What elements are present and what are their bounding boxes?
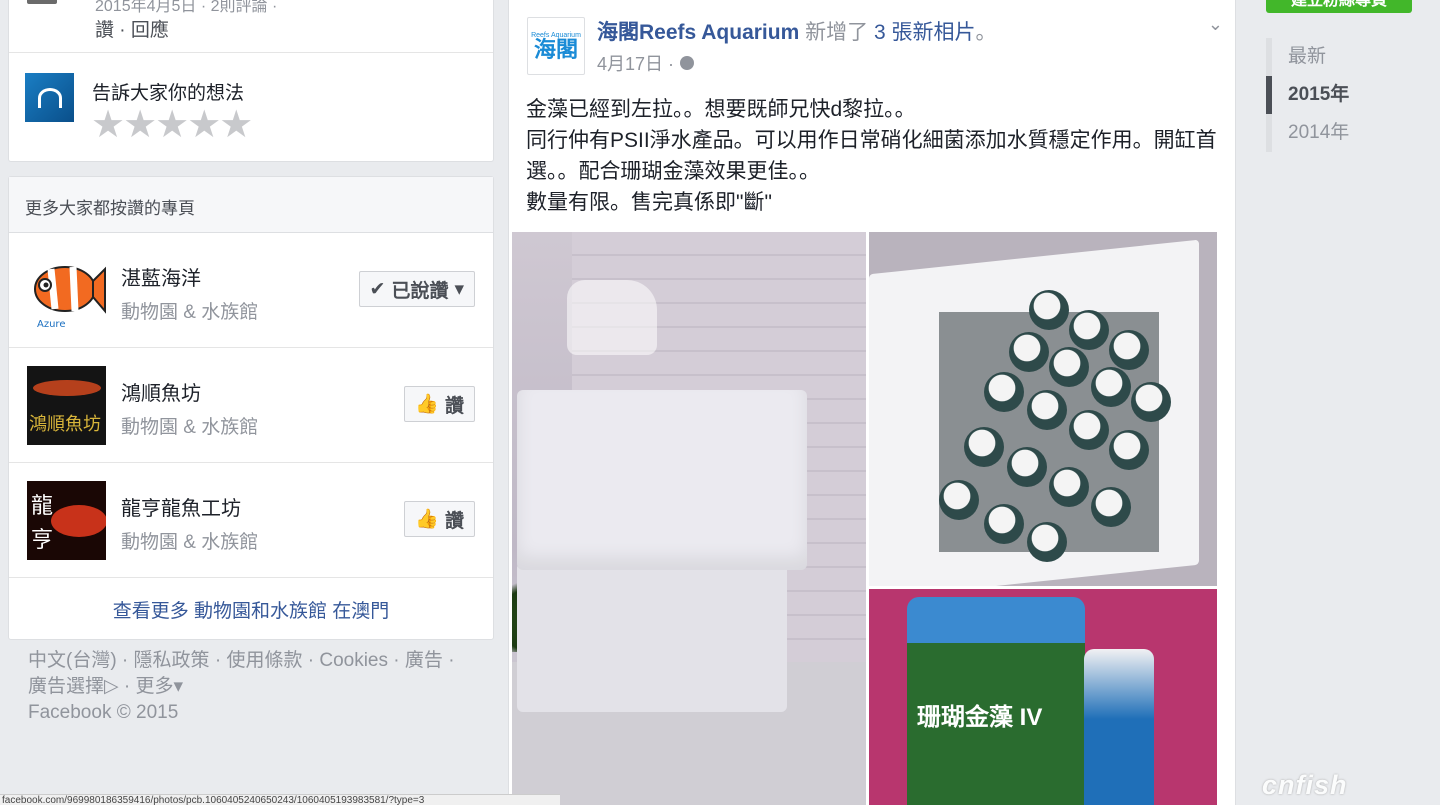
button-label: 讚 — [444, 395, 464, 417]
see-more-link[interactable]: 查看更多 動物園和水族館 在澳門 — [9, 578, 493, 640]
button-label: 讚 — [444, 510, 464, 532]
globe-icon — [680, 56, 695, 70]
page-category: 動物園 & 水族館 — [121, 302, 259, 323]
svg-text:鴻順魚坊: 鴻順魚坊 — [29, 414, 101, 435]
post-text-line: 同行仲有PSII淨水產品。可以用作日常硝化細菌添加水質穩定作用。開缸首選。。配合… — [526, 129, 1217, 183]
site-watermark: cnfish — [1262, 770, 1348, 800]
page-avatar[interactable]: Azure — [27, 251, 106, 330]
timeline-post: Reefs Aquarium 海閣 海閣Reefs Aquarium 新增了 3… — [508, 0, 1236, 805]
page-category: 動物園 & 水族館 — [121, 532, 259, 553]
caret-down-icon: ▾ — [454, 278, 464, 300]
page-avatar[interactable]: 鴻順魚坊 — [27, 366, 106, 445]
svg-text:亨: 亨 — [31, 528, 53, 553]
page-name[interactable]: 龍亨龍魚工坊 — [121, 492, 241, 521]
button-label: 已說讚 — [391, 280, 449, 302]
post-text-line: 金藻已經到左拉。。想要既師兄快d黎拉。。 — [526, 98, 916, 121]
footer-link[interactable]: 廣告選擇 — [28, 676, 104, 697]
page-avatar[interactable]: 龍 亨 — [27, 481, 107, 560]
svg-text:Azure: Azure — [37, 319, 65, 330]
thumbs-up-icon: 👍 — [415, 394, 439, 415]
review-prompt: 告訴大家你的想法 — [92, 83, 245, 104]
status-bar-url: facebook.com/969980186359416/photos/pcb.… — [0, 794, 560, 805]
liked-button[interactable]: ✔ 已說讚 ▾ — [358, 271, 475, 307]
create-page-button[interactable]: 建立粉絲專頁 — [1266, 0, 1412, 13]
timeline-year-nav: 最新 2015年 2014年 — [1266, 38, 1349, 152]
year-link-2014[interactable]: 2014年 — [1266, 114, 1349, 152]
list-item: 龍 亨 龍亨龍魚工坊 動物園 & 水族館 👍 讚 — [9, 463, 493, 578]
footer-link[interactable]: 隱私政策 — [134, 650, 210, 671]
post-body: 金藻已經到左拉。。想要既師兄快d黎拉。。 同行仲有PSII淨水產品。可以用作日常… — [526, 94, 1226, 218]
footer: 中文(台灣) · 隱私政策 · 使用條款 · Cookies · 廣告 · 廣告… — [28, 648, 488, 726]
svg-text:龍: 龍 — [31, 494, 53, 519]
footer-link[interactable]: 使用條款 — [226, 650, 302, 671]
year-link-latest[interactable]: 最新 — [1266, 38, 1349, 76]
like-button[interactable]: 👍 讚 — [404, 386, 475, 422]
previous-avatar — [27, 0, 57, 4]
avatar-logo-text: 海閣 — [533, 36, 578, 62]
divider — [9, 52, 493, 53]
caret-down-icon: ▾ — [173, 676, 184, 697]
post-photo[interactable]: 珊瑚金藻 IV — [869, 589, 1217, 805]
thumbs-up-icon: 👍 — [415, 509, 439, 530]
review-card: 2015年4月5日 · 2則評論 · 讚 · 回應 告訴大家你的想法 ★★★★★ — [8, 0, 494, 162]
year-link-2015[interactable]: 2015年 — [1266, 76, 1349, 114]
footer-link[interactable]: 中文(台灣) — [28, 650, 117, 671]
post-header: 海閣Reefs Aquarium 新增了 3 張新相片。 — [597, 16, 996, 46]
photos-link[interactable]: 3 張新相片 — [874, 21, 976, 44]
check-icon: ✔ — [369, 278, 386, 300]
post-text-line: 數量有限。售完真係即"斷" — [526, 191, 772, 214]
author-name[interactable]: 海閣Reefs Aquarium — [597, 21, 799, 44]
post-photo[interactable] — [869, 232, 1217, 586]
post-action: 新增了 3 張新相片。 — [805, 21, 997, 44]
left-column: 2015年4月5日 · 2則評論 · 讚 · 回應 告訴大家你的想法 ★★★★★… — [8, 0, 494, 723]
page-avatar[interactable]: Reefs Aquarium 海閣 — [527, 17, 585, 75]
previous-review-meta: 2015年4月5日 · 2則評論 · — [95, 0, 278, 15]
page-name[interactable]: 湛藍海洋 — [121, 262, 201, 291]
post-photo[interactable] — [512, 232, 866, 805]
star-rating-input[interactable]: ★★★★★ — [91, 106, 253, 144]
previous-review-actions[interactable]: 讚 · 回應 — [95, 15, 169, 42]
footer-link[interactable]: 更多 — [136, 676, 174, 697]
chevron-down-icon[interactable]: ⌄ — [1208, 14, 1223, 35]
list-item: Azure 湛藍海洋 動物園 & 水族館 ✔ 已說讚 ▾ — [9, 233, 493, 348]
copyright: Facebook © 2015 — [28, 702, 179, 723]
like-button[interactable]: 👍 讚 — [404, 501, 475, 537]
footer-link[interactable]: 廣告 — [405, 650, 443, 671]
adchoices-icon: ▷ — [104, 676, 119, 697]
list-item: 鴻順魚坊 鴻順魚坊 動物園 & 水族館 👍 讚 — [9, 348, 493, 463]
page-category: 動物園 & 水族館 — [121, 417, 259, 438]
post-timestamp[interactable]: 4月17日 · — [597, 50, 695, 76]
more-pages-card: 更多大家都按讚的專頁 Azure 湛藍海洋 動物園 & 水族館 ✔ 已說讚 ▾ — [8, 176, 494, 640]
page-name[interactable]: 鴻順魚坊 — [121, 377, 201, 406]
page-logo — [25, 73, 74, 122]
product-label: 珊瑚金藻 IV — [917, 704, 1043, 731]
more-pages-heading: 更多大家都按讚的專頁 — [9, 177, 493, 233]
footer-link[interactable]: Cookies — [319, 650, 388, 671]
